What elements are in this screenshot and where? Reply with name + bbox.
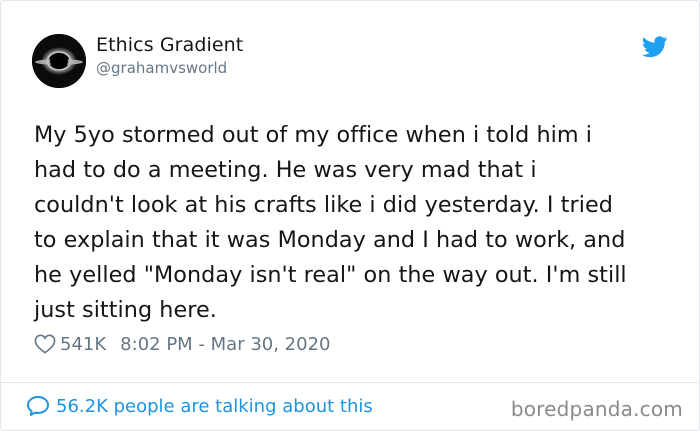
black-hole-avatar-image — [32, 34, 86, 88]
divider — [1, 382, 699, 383]
speech-bubble-icon — [26, 395, 50, 417]
conversation-text: 56.2K people are talking about this — [56, 395, 373, 417]
tweet-meta: 541K 8:02 PM - Mar 30, 2020 — [34, 331, 330, 357]
conversation-link[interactable]: 56.2K people are talking about this — [26, 395, 373, 417]
twitter-bird-icon[interactable] — [641, 36, 668, 58]
avatar[interactable] — [32, 34, 86, 88]
author-names: Ethics Gradient @grahamvsworld — [96, 32, 243, 78]
tweet-card: Ethics Gradient @grahamvsworld My 5yo st… — [0, 0, 700, 431]
tweet-text: My 5yo stormed out of my office when i t… — [34, 122, 627, 323]
author-display-name[interactable]: Ethics Gradient — [96, 32, 243, 58]
heart-icon[interactable] — [34, 334, 56, 354]
like-count[interactable]: 541K — [60, 334, 106, 355]
watermark: boredpanda.com — [510, 397, 683, 421]
tweet-timestamp[interactable]: 8:02 PM - Mar 30, 2020 — [120, 334, 330, 355]
tweet-header: Ethics Gradient @grahamvsworld — [32, 32, 672, 88]
author-handle[interactable]: @grahamvsworld — [96, 58, 243, 78]
